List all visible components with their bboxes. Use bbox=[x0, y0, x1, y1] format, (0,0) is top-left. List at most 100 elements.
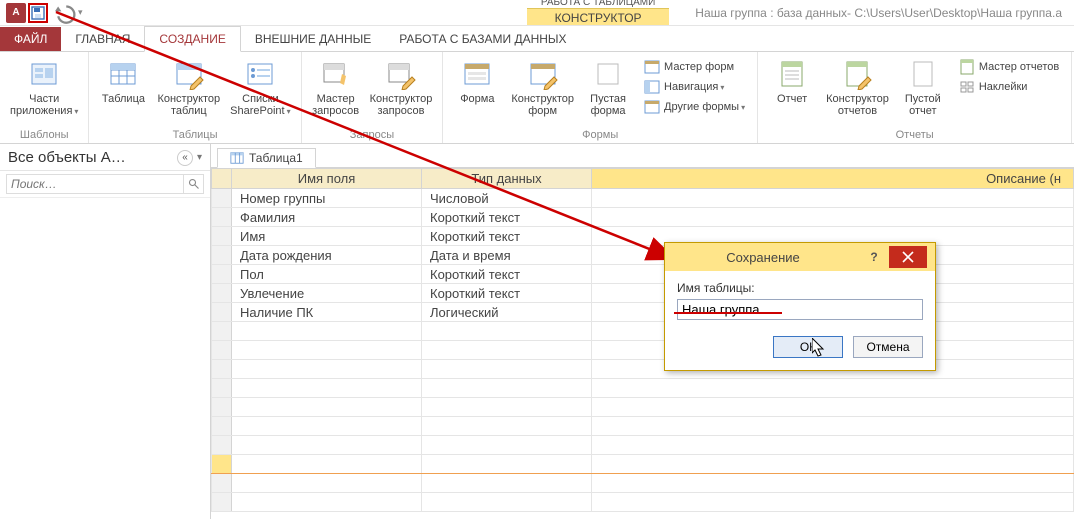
table-row[interactable] bbox=[212, 493, 1074, 512]
row-selector[interactable] bbox=[212, 493, 232, 512]
save-button[interactable] bbox=[28, 3, 48, 23]
row-selector[interactable] bbox=[212, 474, 232, 493]
column-header-datatype[interactable]: Тип данных bbox=[422, 169, 592, 189]
tab-file[interactable]: ФАЙЛ bbox=[0, 27, 61, 51]
cell-datatype[interactable]: Числовой bbox=[422, 189, 592, 208]
report-wizard-button[interactable]: Мастер отчетов bbox=[955, 58, 1063, 76]
query-wizard-button[interactable]: Мастерзапросов bbox=[310, 56, 362, 119]
table-row[interactable] bbox=[212, 417, 1074, 436]
cell-datatype[interactable] bbox=[422, 398, 592, 417]
table-row[interactable]: ФамилияКороткий текст bbox=[212, 208, 1074, 227]
row-selector[interactable] bbox=[212, 417, 232, 436]
table-row[interactable]: Наличие ПКЛогический bbox=[212, 303, 1074, 322]
cell-datatype[interactable] bbox=[422, 436, 592, 455]
row-selector[interactable] bbox=[212, 246, 232, 265]
search-icon[interactable] bbox=[184, 174, 204, 194]
doc-tab-table1[interactable]: Таблица1 bbox=[217, 148, 316, 168]
cell-fieldname[interactable] bbox=[232, 360, 422, 379]
table-row[interactable] bbox=[212, 436, 1074, 455]
row-selector[interactable] bbox=[212, 360, 232, 379]
cell-fieldname[interactable]: Фамилия bbox=[232, 208, 422, 227]
table-name-input[interactable] bbox=[677, 299, 923, 320]
nav-search-input[interactable] bbox=[6, 174, 184, 194]
cell-fieldname[interactable]: Наличие ПК bbox=[232, 303, 422, 322]
table-row[interactable]: ПолКороткий текст bbox=[212, 265, 1074, 284]
row-selector[interactable] bbox=[212, 303, 232, 322]
cell-datatype[interactable] bbox=[422, 474, 592, 493]
blank-form-button[interactable]: Пустаяформа bbox=[582, 56, 634, 119]
table-row[interactable] bbox=[212, 474, 1074, 493]
cell-datatype[interactable]: Короткий текст bbox=[422, 227, 592, 246]
cell-datatype[interactable] bbox=[422, 360, 592, 379]
row-selector[interactable] bbox=[212, 379, 232, 398]
form-wizard-button[interactable]: Мастер форм bbox=[640, 58, 749, 76]
cell-fieldname[interactable] bbox=[232, 398, 422, 417]
tab-home[interactable]: ГЛАВНАЯ bbox=[61, 27, 144, 51]
cell-datatype[interactable] bbox=[422, 379, 592, 398]
row-selector[interactable] bbox=[212, 208, 232, 227]
cell-description[interactable] bbox=[592, 379, 1074, 398]
tab-external-data[interactable]: ВНЕШНИЕ ДАННЫЕ bbox=[241, 27, 385, 51]
cell-datatype[interactable]: Короткий текст bbox=[422, 208, 592, 227]
table-row[interactable]: ИмяКороткий текст bbox=[212, 227, 1074, 246]
cell-datatype[interactable] bbox=[422, 493, 592, 512]
row-selector[interactable] bbox=[212, 455, 232, 474]
cell-description[interactable] bbox=[592, 455, 1074, 474]
table-row[interactable] bbox=[212, 455, 1074, 474]
qat-more-icon[interactable]: ▾ bbox=[78, 7, 83, 18]
sharepoint-lists-button[interactable]: СпискиSharePoint bbox=[228, 56, 292, 120]
context-tab-designer[interactable]: КОНСТРУКТОР bbox=[527, 8, 669, 25]
cancel-button[interactable]: Отмена bbox=[853, 336, 923, 358]
row-selector[interactable] bbox=[212, 227, 232, 246]
cell-datatype[interactable] bbox=[422, 455, 592, 474]
table-button[interactable]: Таблица bbox=[97, 56, 149, 107]
cell-datatype[interactable] bbox=[422, 341, 592, 360]
cell-description[interactable] bbox=[592, 493, 1074, 512]
cell-datatype[interactable]: Короткий текст bbox=[422, 265, 592, 284]
cell-fieldname[interactable] bbox=[232, 493, 422, 512]
table-row[interactable]: УвлечениеКороткий текст bbox=[212, 284, 1074, 303]
table-row[interactable] bbox=[212, 379, 1074, 398]
cell-fieldname[interactable] bbox=[232, 379, 422, 398]
table-row[interactable]: Номер группыЧисловой bbox=[212, 189, 1074, 208]
cell-description[interactable] bbox=[592, 189, 1074, 208]
column-header-description[interactable]: Описание (н bbox=[592, 169, 1074, 189]
cell-description[interactable] bbox=[592, 208, 1074, 227]
labels-button[interactable]: Наклейки bbox=[955, 78, 1063, 96]
cell-description[interactable] bbox=[592, 398, 1074, 417]
cell-fieldname[interactable]: Имя bbox=[232, 227, 422, 246]
row-selector[interactable] bbox=[212, 398, 232, 417]
row-selector[interactable] bbox=[212, 436, 232, 455]
report-design-button[interactable]: Конструкторотчетов bbox=[824, 56, 891, 119]
cell-fieldname[interactable]: Дата рождения bbox=[232, 246, 422, 265]
blank-report-button[interactable]: Пустойотчет bbox=[897, 56, 949, 119]
table-design-button[interactable]: Конструктортаблиц bbox=[155, 56, 222, 119]
cell-datatype[interactable]: Логический bbox=[422, 303, 592, 322]
nav-collapse-button[interactable]: « bbox=[177, 150, 193, 166]
table-row[interactable]: Дата рожденияДата и время bbox=[212, 246, 1074, 265]
cell-fieldname[interactable]: Номер группы bbox=[232, 189, 422, 208]
cell-fieldname[interactable]: Увлечение bbox=[232, 284, 422, 303]
dialog-close-button[interactable] bbox=[889, 246, 927, 268]
row-selector[interactable] bbox=[212, 341, 232, 360]
cell-datatype[interactable] bbox=[422, 417, 592, 436]
row-selector[interactable] bbox=[212, 265, 232, 284]
cell-fieldname[interactable] bbox=[232, 417, 422, 436]
table-row[interactable] bbox=[212, 341, 1074, 360]
table-row[interactable] bbox=[212, 360, 1074, 379]
row-selector-header[interactable] bbox=[212, 169, 232, 189]
query-design-button[interactable]: Конструкторзапросов bbox=[368, 56, 435, 119]
undo-button[interactable] bbox=[50, 2, 76, 24]
tab-database-tools[interactable]: РАБОТА С БАЗАМИ ДАННЫХ bbox=[385, 27, 580, 51]
table-row[interactable] bbox=[212, 398, 1074, 417]
cell-description[interactable] bbox=[592, 417, 1074, 436]
row-selector[interactable] bbox=[212, 189, 232, 208]
row-selector[interactable] bbox=[212, 284, 232, 303]
form-design-button[interactable]: Конструкторформ bbox=[509, 56, 576, 119]
cell-datatype[interactable] bbox=[422, 322, 592, 341]
cell-datatype[interactable]: Дата и время bbox=[422, 246, 592, 265]
dialog-help-button[interactable]: ? bbox=[861, 250, 887, 264]
cell-description[interactable] bbox=[592, 436, 1074, 455]
app-parts-button[interactable]: Частиприложения bbox=[8, 56, 80, 120]
report-button[interactable]: Отчет bbox=[766, 56, 818, 107]
